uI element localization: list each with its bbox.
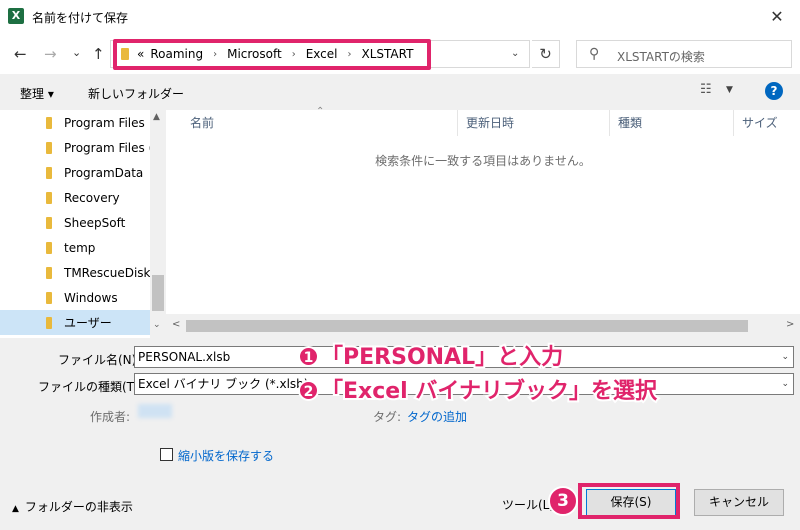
refresh-button[interactable]: ↻ xyxy=(532,40,560,68)
folder-icon xyxy=(46,291,52,304)
organize-button[interactable]: 整理 ▾ xyxy=(20,85,54,102)
step2-text: 「Excel バイナリブック」を選択 xyxy=(319,377,659,406)
tools-button[interactable]: ツール(L) xyxy=(502,496,554,513)
chevron-up-icon: ▲ xyxy=(12,504,19,514)
step1-number: 1 xyxy=(298,346,319,367)
sidebar-item-label: Program Files xyxy=(64,115,145,130)
step2-annotation: 2 「Excel バイナリブック」を選択 xyxy=(298,373,659,406)
save-thumbnail-label[interactable]: 縮小版を保存する xyxy=(178,447,274,464)
sidebar-item-recovery[interactable]: Recovery xyxy=(0,185,150,210)
scroll-up-arrow-icon[interactable]: ▲ xyxy=(153,112,160,122)
window-title: 名前を付けて保存 xyxy=(32,11,129,25)
sidebar-item-label: Program Files ( xyxy=(64,140,150,155)
folder-icon xyxy=(46,216,52,229)
folder-icon xyxy=(46,141,52,154)
sidebar-item-temp[interactable]: temp xyxy=(0,235,150,260)
cancel-button[interactable]: キャンセル xyxy=(694,489,784,516)
sidebar-item-label: Windows xyxy=(64,290,118,305)
folder-icon xyxy=(121,48,129,60)
breadcrumb-item-excel[interactable]: Excel xyxy=(306,47,338,61)
sidebar-item-label: TMRescueDisk xyxy=(64,265,150,280)
sidebar-item-program-files[interactable]: Program Files xyxy=(0,110,150,135)
hide-folders-label: フォルダーの非表示 xyxy=(24,500,133,514)
filename-value: PERSONAL.xlsb xyxy=(138,350,231,364)
command-toolbar: 整理 ▾ 新しいフォルダー ☷ ▼ ? xyxy=(0,74,800,110)
scroll-right-arrow-icon[interactable]: > xyxy=(786,319,794,330)
sidebar-item-sheepsoft[interactable]: SheepSoft xyxy=(0,210,150,235)
folder-icon xyxy=(46,116,52,129)
author-value-blurred[interactable] xyxy=(138,404,172,418)
column-header-name[interactable]: 名前 xyxy=(182,110,458,136)
empty-list-message: 検索条件に一致する項目はありません。 xyxy=(375,154,591,168)
author-label: 作成者: xyxy=(90,410,131,424)
sidebar-scrollbar[interactable]: ▲ ⌄ xyxy=(150,110,166,338)
folder-icon xyxy=(46,241,52,254)
up-folder-arrow-icon[interactable]: ↑ xyxy=(92,45,105,63)
sidebar-item-label: SheepSoft xyxy=(64,215,126,230)
breadcrumb-item-roaming[interactable]: Roaming xyxy=(150,47,203,61)
search-input[interactable]: ⚲ XLSTARTの検索 xyxy=(576,40,792,68)
column-header-modified[interactable]: 更新日時 xyxy=(458,110,610,136)
search-icon: ⚲ xyxy=(589,46,600,62)
breadcrumb-overflow[interactable]: « xyxy=(137,47,144,61)
new-folder-button[interactable]: 新しいフォルダー xyxy=(88,85,184,102)
chevron-down-icon[interactable]: ⌄ xyxy=(781,374,789,394)
sidebar-item-tmrescuedisk[interactable]: TMRescueDisk xyxy=(0,260,150,285)
folder-icon xyxy=(46,316,52,329)
tags-label: タグ: xyxy=(373,410,402,424)
search-placeholder: XLSTARTの検索 xyxy=(617,50,705,64)
step1-annotation: 1 「PERSONAL」と入力 xyxy=(298,339,565,372)
step2-number: 2 xyxy=(298,380,319,401)
back-arrow-icon[interactable]: ← xyxy=(14,45,27,63)
sidebar-item-programdata[interactable]: ProgramData xyxy=(0,160,150,185)
column-header-type[interactable]: 種類 xyxy=(610,110,734,136)
sidebar-item-label: Recovery xyxy=(64,190,120,205)
save-thumbnail-checkbox[interactable] xyxy=(160,448,173,461)
sidebar-item-label: ユーザー xyxy=(64,316,112,330)
hide-folders-button[interactable]: ▲ フォルダーの非表示 xyxy=(12,498,133,515)
navigation-bar: ← → ⌄ ↑ « Roaming › Microsoft › Excel › … xyxy=(0,34,800,74)
filetype-label: ファイルの種類(T): xyxy=(38,380,143,394)
breadcrumb-separator-icon[interactable]: › xyxy=(348,49,352,60)
file-list-pane: ⌃ 名前 更新日時 種類 サイズ 検索条件に一致する項目はありません。 < > xyxy=(166,106,800,338)
breadcrumb-item-xlstart[interactable]: XLSTART xyxy=(362,47,414,61)
filetype-value: Excel バイナリ ブック (*.xlsb) xyxy=(138,377,309,391)
title-bar: X 名前を付けて保存 ✕ xyxy=(0,0,800,34)
view-options-icon[interactable]: ☷ xyxy=(700,82,712,97)
scroll-left-arrow-icon[interactable]: < xyxy=(172,319,180,330)
folder-icon xyxy=(46,166,52,179)
sidebar-item-windows[interactable]: Windows xyxy=(0,285,150,310)
address-bar[interactable]: « Roaming › Microsoft › Excel › XLSTART … xyxy=(110,40,530,68)
scrollbar-thumb[interactable] xyxy=(186,320,748,332)
sidebar-item-program-files-x86[interactable]: Program Files ( xyxy=(0,135,150,160)
scrollbar-thumb[interactable] xyxy=(152,275,164,311)
breadcrumb-separator-icon[interactable]: › xyxy=(213,49,217,60)
view-chevron-icon[interactable]: ▼ xyxy=(726,85,733,95)
filename-label: ファイル名(N): xyxy=(58,353,141,367)
scroll-down-arrow-icon[interactable]: ⌄ xyxy=(153,320,161,330)
close-button[interactable]: ✕ xyxy=(754,0,800,34)
folder-icon xyxy=(46,266,52,279)
help-icon[interactable]: ? xyxy=(765,82,783,100)
breadcrumb: « Roaming › Microsoft › Excel › XLSTART xyxy=(137,47,413,61)
file-list-scrollbar[interactable]: < > xyxy=(166,314,800,338)
column-header-size[interactable]: サイズ xyxy=(734,110,800,136)
breadcrumb-item-microsoft[interactable]: Microsoft xyxy=(227,47,282,61)
step1-text: 「PERSONAL」と入力 xyxy=(319,343,565,372)
sidebar-item-label: ProgramData xyxy=(64,165,144,180)
recent-locations-chevron-icon[interactable]: ⌄ xyxy=(72,46,81,59)
forward-arrow-icon[interactable]: → xyxy=(44,45,57,63)
address-dropdown-chevron-icon[interactable]: ⌄ xyxy=(511,48,519,59)
excel-app-icon: X xyxy=(8,8,24,24)
breadcrumb-separator-icon[interactable]: › xyxy=(292,49,296,60)
navigation-pane: Program Files Program Files ( ProgramDat… xyxy=(0,110,166,338)
tags-input[interactable]: タグの追加 xyxy=(407,408,467,425)
sidebar-item-label: temp xyxy=(64,240,96,255)
folder-icon xyxy=(46,191,52,204)
chevron-down-icon[interactable]: ⌄ xyxy=(781,347,789,367)
step3-marker: 3 xyxy=(548,486,578,516)
save-button[interactable]: 保存(S) xyxy=(586,489,676,516)
sidebar-item-users[interactable]: ユーザー xyxy=(0,310,150,335)
